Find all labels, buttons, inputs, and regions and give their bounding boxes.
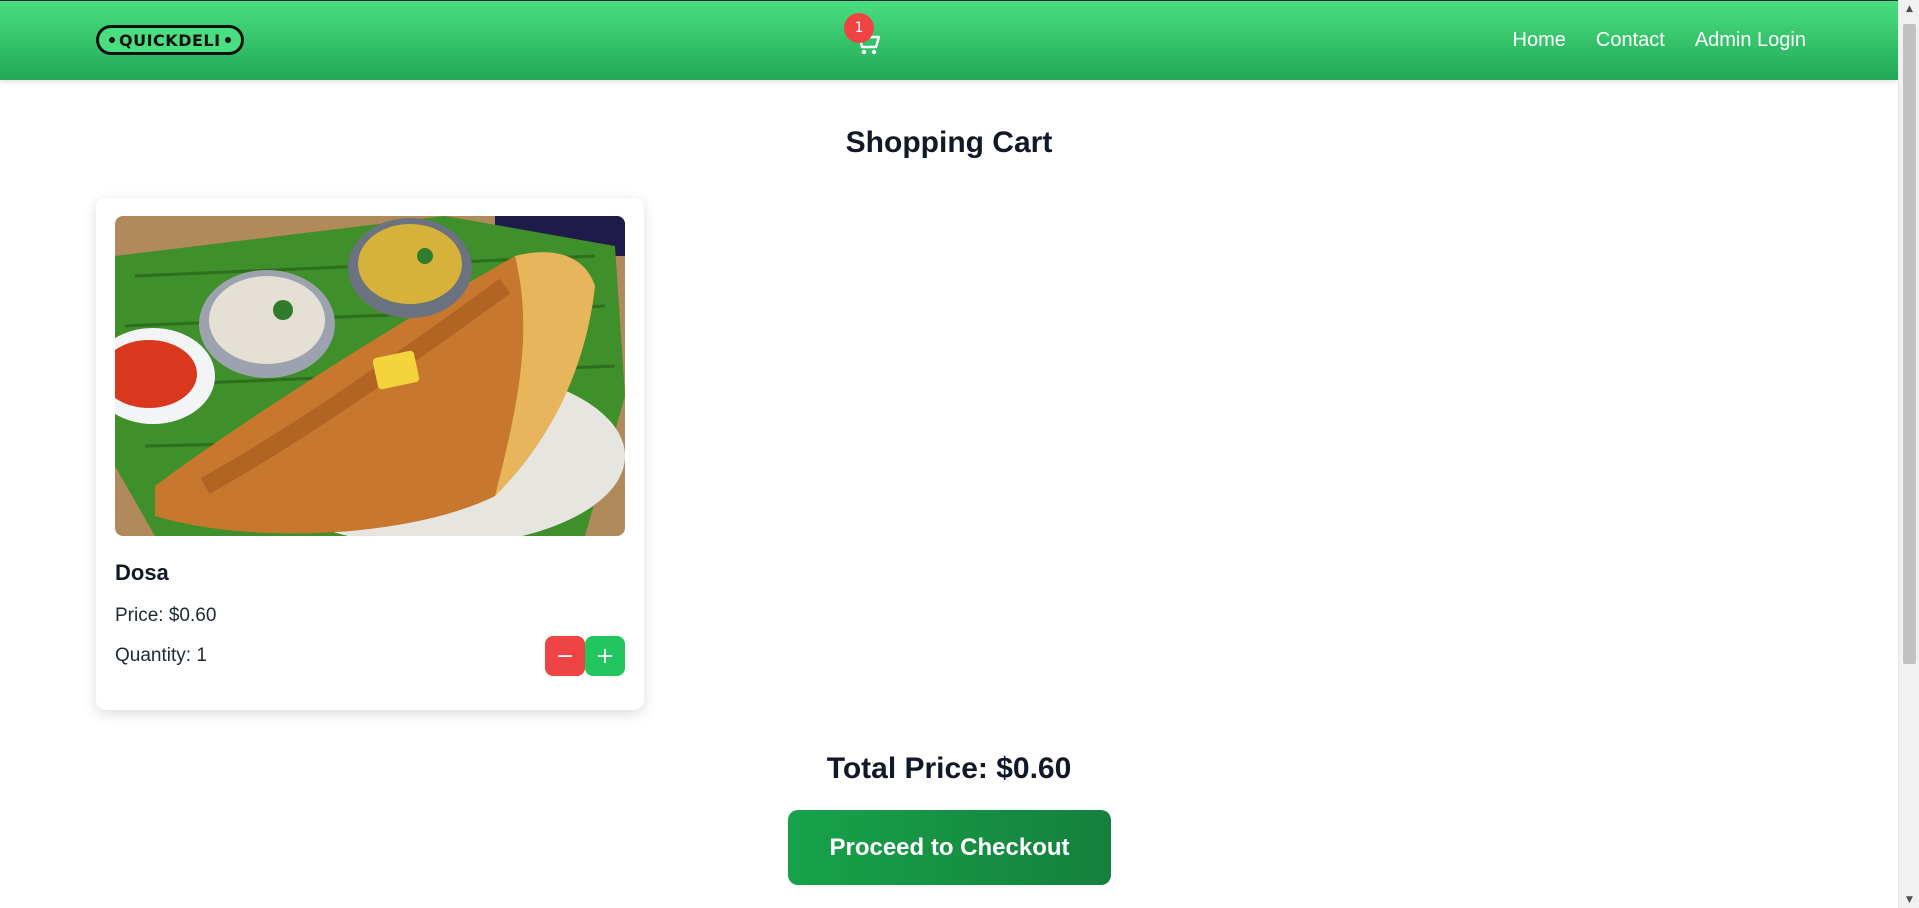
dosa-image bbox=[115, 216, 625, 536]
vertical-scrollbar[interactable]: ▲ ▼ bbox=[1898, 0, 1919, 908]
cart-count-badge: 1 bbox=[844, 13, 874, 43]
nav-contact-link[interactable]: Contact bbox=[1596, 29, 1665, 52]
decrease-quantity-button[interactable]: − bbox=[545, 636, 585, 676]
cart-item-card: Dosa Price: $0.60 Quantity: 1 − + bbox=[96, 198, 644, 710]
page-title: Shopping Cart bbox=[845, 126, 1053, 159]
main-nav: Home Contact Admin Login bbox=[1513, 29, 1806, 52]
increase-quantity-button[interactable]: + bbox=[585, 636, 625, 676]
scroll-down-arrow-icon[interactable]: ▼ bbox=[1899, 891, 1919, 908]
top-nav-bar: QUICKDELI 1 Home Contact Admin Login bbox=[0, 0, 1898, 80]
proceed-to-checkout-button[interactable]: Proceed to Checkout bbox=[788, 810, 1111, 885]
logo-text: QUICKDELI bbox=[119, 30, 221, 50]
scroll-up-arrow-icon[interactable]: ▲ bbox=[1899, 0, 1919, 17]
item-name: Dosa bbox=[115, 560, 169, 585]
quickdeli-logo[interactable]: QUICKDELI bbox=[96, 25, 244, 55]
scrollbar-thumb[interactable] bbox=[1903, 24, 1916, 664]
item-price: Price: $0.60 bbox=[115, 605, 217, 626]
logo-dot-right bbox=[224, 37, 231, 43]
total-price: Total Price: $0.60 bbox=[826, 752, 1072, 785]
logo-dot-left bbox=[109, 37, 115, 43]
nav-home-link[interactable]: Home bbox=[1513, 29, 1566, 52]
page: QUICKDELI 1 Home Contact Admin Login Sho… bbox=[0, 0, 1898, 908]
nav-admin-login-link[interactable]: Admin Login bbox=[1695, 29, 1806, 52]
item-quantity: Quantity: 1 bbox=[115, 645, 207, 666]
